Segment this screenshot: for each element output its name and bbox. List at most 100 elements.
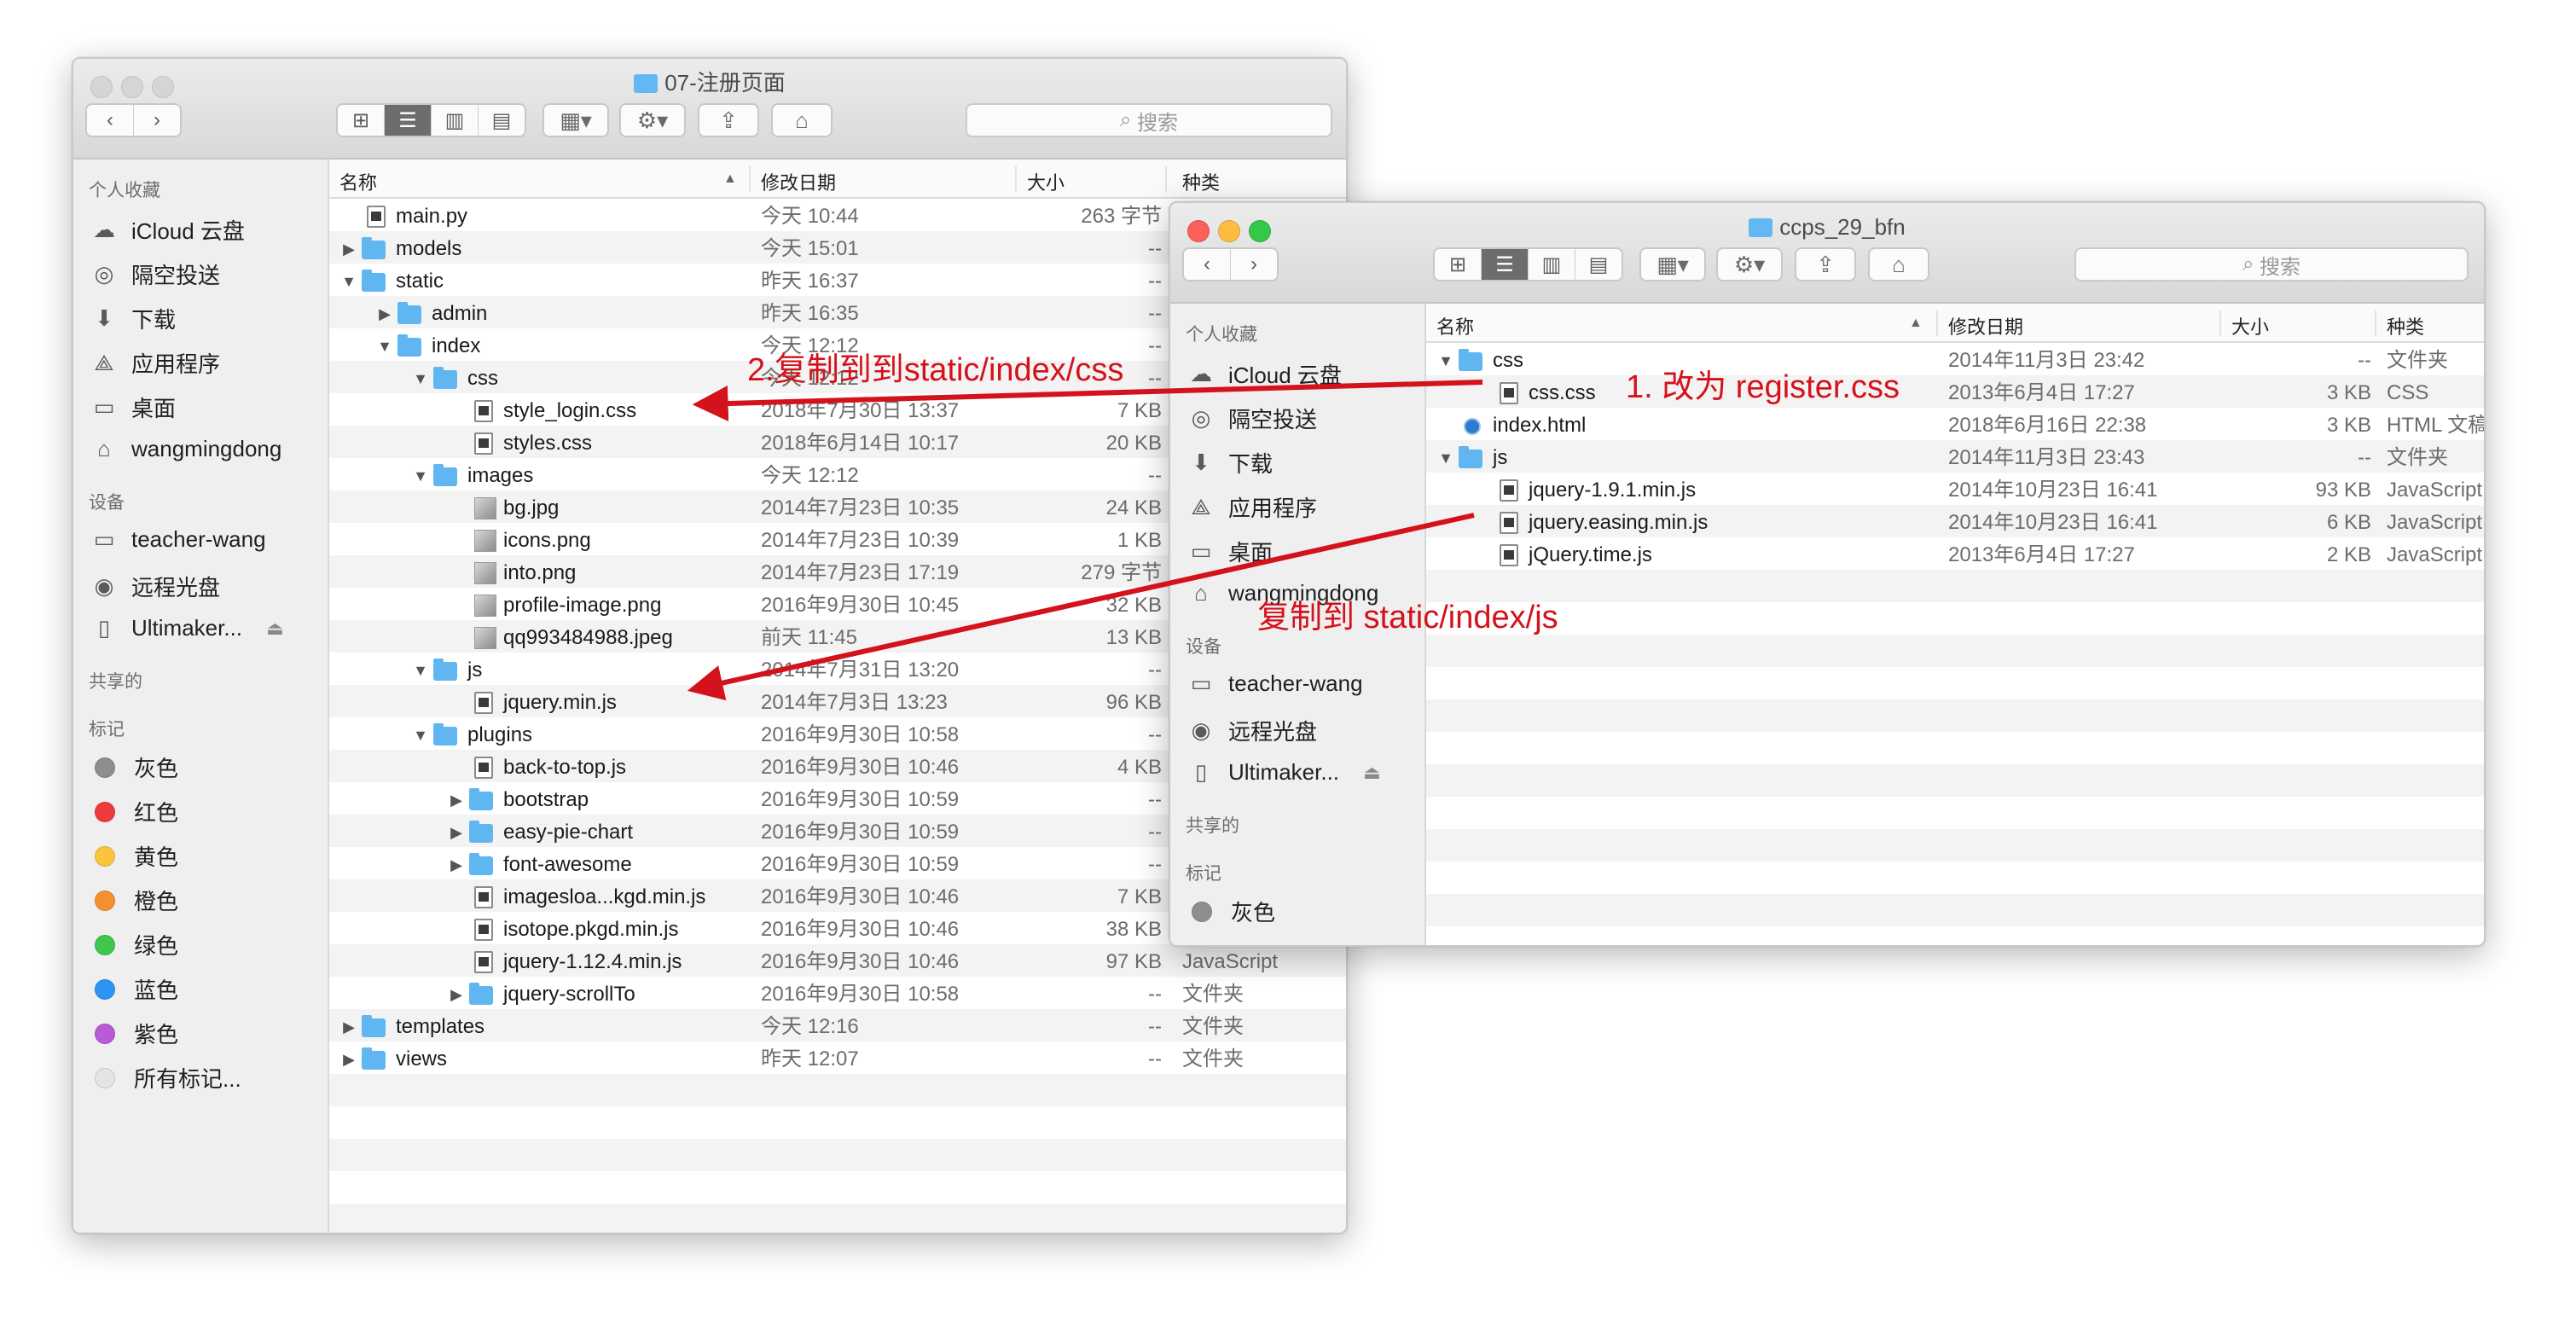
sidebar-item-applications[interactable]: ⟁ 应用程序 [1187,491,1317,523]
icon-view-button[interactable]: ⊞ [1435,249,1482,280]
sidebar-tag[interactable]: 灰色 [1187,896,1275,927]
disclosure-expanded-icon[interactable]: ▼ [1436,345,1455,377]
column-kind[interactable]: 种类 [1182,168,1220,195]
gallery-icon: ▤ [491,108,512,132]
back-button[interactable]: ‹ [1184,249,1231,280]
disclosure-expanded-icon[interactable]: ▼ [411,654,430,687]
document-icon [1500,479,1518,502]
sidebar-item-desktop[interactable]: ▭ 桌面 [1187,536,1273,567]
arrange-button[interactable]: ▦▾ [542,103,609,137]
list-view-button[interactable]: ☰ [385,105,432,136]
sidebar-item-download[interactable]: ⬇ 下载 [1187,447,1273,479]
disclosure-collapsed-icon[interactable]: ▶ [375,298,394,330]
disclosure-collapsed-icon[interactable]: ▶ [447,784,466,816]
column-separator[interactable] [2219,310,2221,336]
sidebar-item-drive[interactable]: ▯ Ultimaker... ⏏ [1187,759,1381,786]
sidebar-item-applications[interactable]: ⟁ 应用程序 [90,347,220,379]
sidebar-item-disc[interactable]: ◉ 远程光盘 [90,571,220,602]
sidebar-tag-label: 蓝色 [134,978,179,1003]
tag-color-dot-icon [95,934,115,955]
action-button[interactable]: ⚙▾ [1716,247,1783,281]
column-modified[interactable]: 修改日期 [761,168,836,195]
file-row[interactable]: jquery.easing.min.js 2014年10月23日 16:41 6 K… [1426,507,2484,539]
gallery-view-button[interactable]: ▤ [1575,249,1622,280]
file-row[interactable]: ▼ css 2014年11月3日 23:42 -- 文件夹 [1426,345,2484,377]
list-view-button[interactable]: ☰ [1482,249,1529,280]
sidebar-tag[interactable]: 橙色 [90,885,178,916]
disclosure-expanded-icon[interactable]: ▼ [339,265,358,298]
search-field[interactable]: ⌕ 搜索 [2074,247,2469,281]
eject-icon[interactable]: ⏏ [266,618,284,640]
column-size[interactable]: 大小 [1027,168,1065,195]
file-size: -- [1148,788,1162,811]
sidebar-item-laptop[interactable]: ▭ teacher-wang [90,526,266,553]
action-button[interactable]: ⚙▾ [619,103,686,137]
forward-button[interactable]: › [1231,249,1277,280]
sidebar-tag[interactable]: 红色 [1187,940,1275,945]
sidebar-item-cloud[interactable]: ☁ iCloud 云盘 [1187,358,1342,390]
column-modified[interactable]: 修改日期 [1948,312,2023,339]
sidebar-tag[interactable]: 绿色 [90,929,178,960]
file-row[interactable]: jquery-1.12.4.min.js 2016年9月30日 10:46 97 K… [329,946,1346,978]
file-row[interactable]: ▶ views 昨天 12:07 -- 文件夹 [329,1043,1346,1076]
file-row[interactable]: jquery-1.9.1.min.js 2014年10月23日 16:41 93 K… [1426,474,2484,507]
sidebar-tag-label: 灰色 [134,756,179,781]
column-kind[interactable]: 种类 [2387,312,2424,339]
tags-button[interactable]: ⌂ [771,103,833,137]
disclosure-collapsed-icon[interactable]: ▶ [447,816,466,849]
disclosure-expanded-icon[interactable]: ▼ [411,719,430,751]
sidebar-item-download[interactable]: ⬇ 下载 [90,303,176,334]
search-field[interactable]: ⌕ 搜索 [966,103,1332,137]
sidebar-tag[interactable]: 所有标记... [90,1062,241,1094]
sidebar-item-home[interactable]: ⌂ wangmingdong [90,436,281,462]
forward-button[interactable]: › [134,105,180,136]
sidebar-tag[interactable]: 红色 [90,796,178,827]
sidebar-tag[interactable]: 蓝色 [90,973,178,1005]
icon-view-button[interactable]: ⊞ [338,105,385,136]
sidebar-item-airdrop[interactable]: ◎ 隔空投送 [90,258,220,290]
sidebar-tag[interactable]: 黄色 [90,840,178,872]
gallery-view-button[interactable]: ▤ [479,105,525,136]
disclosure-expanded-icon[interactable]: ▼ [375,330,394,363]
disclosure-collapsed-icon[interactable]: ▶ [339,1011,358,1043]
file-size: -- [1148,853,1162,876]
column-separator[interactable] [1015,166,1017,192]
column-separator[interactable] [1165,166,1167,192]
sidebar-tag[interactable]: 紫色 [90,1018,178,1049]
sidebar-item-cloud[interactable]: ☁ iCloud 云盘 [90,214,245,246]
back-button[interactable]: ‹ [87,105,134,136]
disclosure-collapsed-icon[interactable]: ▶ [339,1043,358,1076]
file-row[interactable]: css.css 2013年6月4日 17:27 3 KB CSS [1426,377,2484,409]
file-row[interactable]: ▶ jquery-scrollTo 2016年9月30日 10:58 -- 文件夹 [329,978,1346,1011]
folder-icon [433,464,457,486]
sidebar-tag[interactable]: 灰色 [90,751,178,783]
sidebar-item-desktop[interactable]: ▭ 桌面 [90,392,176,423]
column-size[interactable]: 大小 [2231,312,2269,339]
tags-button[interactable]: ⌂ [1868,247,1929,281]
arrange-button[interactable]: ▦▾ [1639,247,1706,281]
column-separator[interactable] [1936,310,1938,336]
disclosure-collapsed-icon[interactable]: ▶ [447,978,466,1011]
column-name[interactable]: 名称 [339,168,377,195]
column-separator[interactable] [2375,310,2376,336]
file-row[interactable]: ▼ js 2014年11月3日 23:43 -- 文件夹 [1426,442,2484,474]
column-name[interactable]: 名称 [1436,312,1474,339]
column-view-button[interactable]: ▥ [432,105,479,136]
share-button[interactable]: ⇪ [1795,247,1856,281]
share-button[interactable]: ⇪ [698,103,759,137]
sidebar-item-disc[interactable]: ◉ 远程光盘 [1187,715,1317,746]
disclosure-collapsed-icon[interactable]: ▶ [339,233,358,265]
column-view-button[interactable]: ▥ [1529,249,1575,280]
disclosure-expanded-icon[interactable]: ▼ [411,460,430,492]
file-row[interactable]: index.html 2018年6月16日 22:38 3 KB HTML 文稿 [1426,409,2484,442]
column-separator[interactable] [749,166,751,192]
eject-icon[interactable]: ⏏ [1363,762,1381,784]
disclosure-collapsed-icon[interactable]: ▶ [447,849,466,881]
disclosure-expanded-icon[interactable]: ▼ [411,363,430,395]
sidebar-item-drive[interactable]: ▯ Ultimaker... ⏏ [90,615,284,641]
file-row[interactable]: jQuery.time.js 2013年6月4日 17:27 2 KB JavaScr… [1426,539,2484,571]
file-row[interactable]: ▶ templates 今天 12:16 -- 文件夹 [329,1011,1346,1043]
sidebar-item-laptop[interactable]: ▭ teacher-wang [1187,670,1363,697]
disclosure-expanded-icon[interactable]: ▼ [1436,442,1455,474]
sidebar-item-airdrop[interactable]: ◎ 隔空投送 [1187,403,1317,434]
